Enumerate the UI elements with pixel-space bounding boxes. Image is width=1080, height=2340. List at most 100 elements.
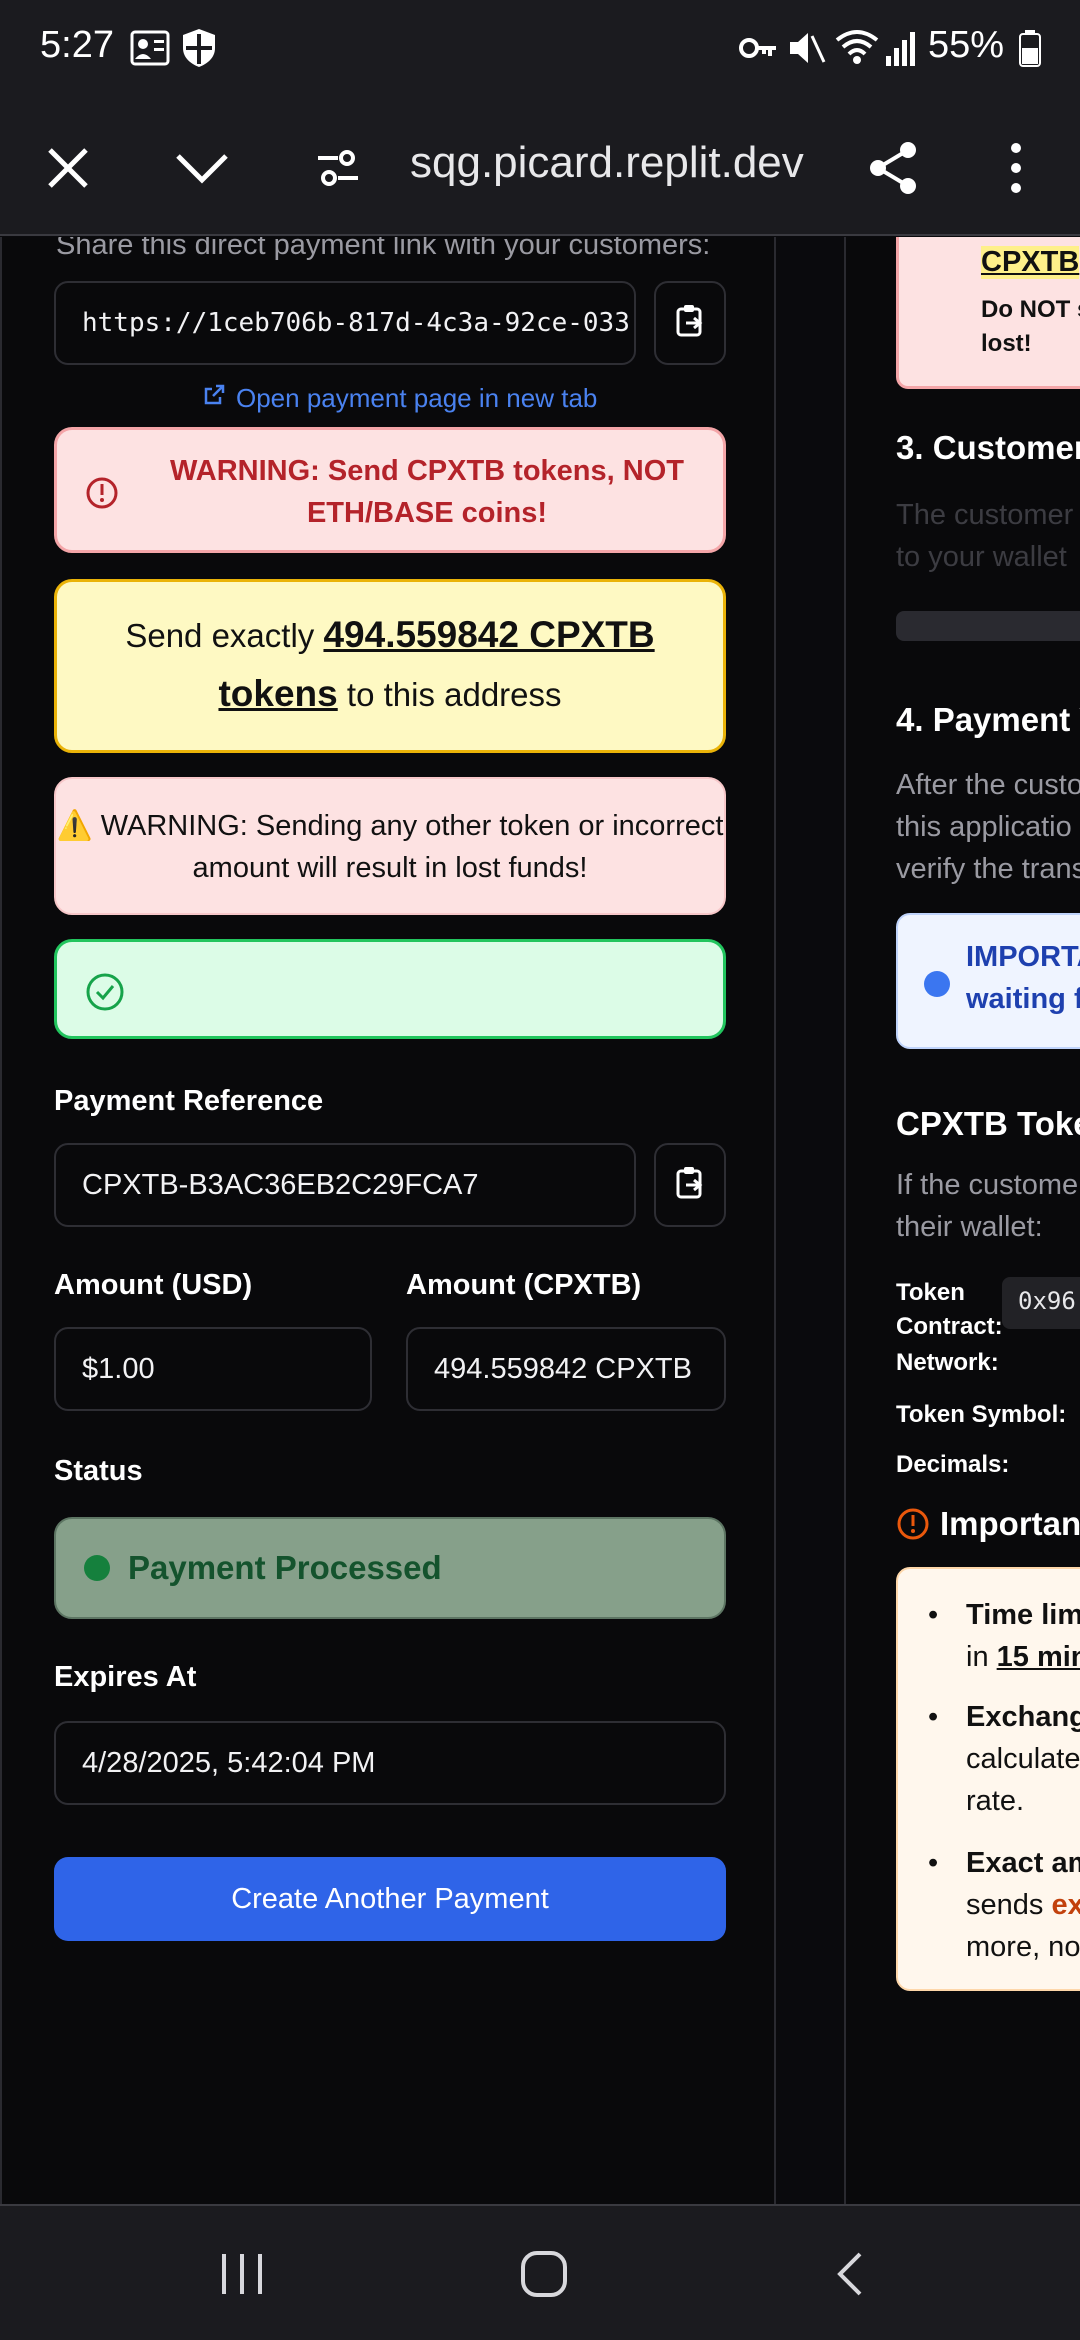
status-time: 5:27 [40, 24, 114, 66]
section-3-heading: 3. Customer [896, 429, 1080, 466]
amount-usd-field[interactable]: $1.00 [54, 1327, 372, 1411]
token-info-heading: CPXTB Toke [896, 1105, 1080, 1142]
bullet-2-bold: Exchang [966, 1701, 1080, 1733]
close-icon[interactable] [30, 130, 106, 206]
amount-cpxtb-field[interactable]: 494.559842 CPXTB [406, 1327, 726, 1411]
create-another-payment-button[interactable]: Create Another Payment [54, 1857, 726, 1941]
status-value: Payment Processed [128, 1549, 442, 1586]
section-4-heading: 4. Payment V [896, 701, 1080, 738]
shield-icon [178, 26, 220, 75]
top-warning-title: CPXTB [981, 246, 1080, 279]
top-warning-box: CPXTB Do NOT s lost! [896, 237, 1080, 389]
loading-dot-icon [924, 971, 950, 997]
open-payment-page-label: Open payment page in new tab [236, 383, 598, 413]
alert-circle-icon [85, 476, 119, 515]
payment-link-field[interactable]: https://1ceb706b-817d-4c3a-92ce-033 [54, 281, 636, 365]
clipboard-icon [674, 1165, 706, 1206]
share-link-description: Share this direct payment link with your… [56, 237, 711, 261]
expires-field[interactable]: 4/28/2025, 5:42:04 PM [54, 1721, 726, 1805]
important-info-line-2: waiting f [966, 983, 1080, 1015]
screen: 5:27 55% sqg.picard.replit.dev Share thi… [0, 0, 1080, 2340]
back-icon[interactable] [830, 2250, 870, 2303]
success-banner [54, 939, 726, 1039]
top-warning-line-1: Do NOT s [981, 296, 1080, 323]
network-label: Network: [896, 1349, 999, 1376]
bullet-1-prefix: in [966, 1641, 997, 1673]
bullet-1-line-2: in 15 min [966, 1641, 1080, 1674]
bullet-3-dot: • [928, 1847, 939, 1879]
important-info-line-1: IMPORTA [966, 941, 1080, 973]
section-3-text-2: to your wallet [896, 541, 1067, 573]
home-icon[interactable] [518, 2248, 570, 2305]
bullet-2-dot: • [928, 1701, 939, 1733]
external-link-icon [202, 383, 226, 414]
important-heading: Important [940, 1505, 1080, 1542]
top-warning-line-2: lost! [981, 330, 1032, 357]
battery-percent: 55% [928, 24, 1005, 66]
amount-usd-label: Amount (USD) [54, 1269, 253, 1301]
key-icon [738, 26, 780, 75]
token-symbol-label: Token Symbol: [896, 1401, 1067, 1428]
progress-placeholder [896, 611, 1080, 641]
section-4-text-3: verify the trans [896, 853, 1080, 885]
bullet-2-line-2: calculate [966, 1743, 1080, 1775]
send-amount-instruction: Send exactly 494.559842 CPXTB tokens to … [54, 579, 726, 753]
token-warning-text: WARNING: Send CPXTB tokens, NOT ETH/BASE… [170, 455, 684, 529]
status-badge: Payment Processed [54, 1517, 726, 1619]
browser-toolbar: sqg.picard.replit.dev [0, 100, 1080, 236]
payment-reference-label: Payment Reference [54, 1085, 324, 1117]
status-label: Status [54, 1455, 143, 1487]
instructions-card: CPXTB Do NOT s lost! 3. Customer The cus… [844, 237, 1080, 2204]
bullet-3-bold: Exact am [966, 1847, 1080, 1879]
system-nav-bar [0, 2204, 1080, 2340]
url-bar[interactable]: sqg.picard.replit.dev [410, 138, 830, 188]
check-circle-icon [85, 972, 125, 1017]
bullet-3-line-3: more, no [966, 1931, 1080, 1963]
section-4-text-1: After the custo [896, 769, 1080, 801]
decimals-label: Decimals: [896, 1451, 1010, 1478]
payment-card-body: Share this direct payment link with your… [2, 237, 778, 2204]
payment-reference-field[interactable]: CPXTB-B3AC36EB2C29FCA7 [54, 1143, 636, 1227]
contacts-icon [130, 26, 172, 75]
bullet-1-underline: 15 min [996, 1641, 1080, 1673]
alert-circle-icon [896, 1507, 930, 1546]
page-content: Share this direct payment link with your… [0, 237, 1080, 2204]
bullet-1-bold: Time lim [966, 1599, 1080, 1631]
lost-funds-warning: ⚠️ WARNING: Sending any other token or i… [54, 777, 726, 915]
section-4-text-2: this applicatio [896, 811, 1072, 843]
battery-icon [1018, 26, 1042, 75]
token-info-text-2: their wallet: [896, 1211, 1043, 1243]
bullet-3-line-2: sends ex [966, 1889, 1080, 1922]
warning-triangle-icon: ⚠️ [56, 810, 93, 842]
open-payment-page-link[interactable]: Open payment page in new tab [202, 383, 597, 414]
send-suffix: to this address [337, 676, 562, 713]
status-bar: 5:27 55% [0, 0, 1080, 100]
status-dot [84, 1555, 110, 1581]
instructions-card-body: CPXTB Do NOT s lost! 3. Customer The cus… [846, 237, 1080, 2204]
copy-reference-button[interactable] [654, 1143, 726, 1227]
bullet-3-prefix: sends [966, 1889, 1052, 1921]
share-icon[interactable] [856, 130, 932, 206]
payment-card: Share this direct payment link with your… [0, 237, 776, 2204]
bullet-1-dot: • [928, 1599, 939, 1631]
bullet-2-line-3: rate. [966, 1785, 1025, 1817]
mute-icon [786, 26, 826, 75]
site-settings-icon[interactable] [300, 130, 376, 206]
more-menu-icon[interactable] [978, 130, 1054, 206]
important-notes-box: • Time lim in 15 min • Exchang calculate… [896, 1567, 1080, 1991]
lost-funds-warning-text: WARNING: Sending any other token or inco… [92, 810, 724, 884]
signal-icon [884, 26, 920, 75]
bullet-3-emphasis: ex [1051, 1889, 1080, 1921]
expires-label: Expires At [54, 1661, 197, 1693]
token-contract-value[interactable]: 0x96 [1002, 1277, 1080, 1329]
section-3-text-1: The customer [896, 499, 1074, 531]
copy-link-button[interactable] [654, 281, 726, 365]
recent-apps-icon[interactable] [218, 2250, 268, 2303]
token-warning-banner: WARNING: Send CPXTB tokens, NOT ETH/BASE… [54, 427, 726, 553]
amount-cpxtb-label: Amount (CPXTB) [406, 1269, 642, 1301]
token-contract-label-1: Token [896, 1279, 965, 1306]
send-prefix: Send exactly [125, 617, 324, 654]
chevron-down-icon[interactable] [164, 130, 240, 206]
token-info-text-1: If the custome [896, 1169, 1079, 1201]
clipboard-icon [674, 303, 706, 344]
